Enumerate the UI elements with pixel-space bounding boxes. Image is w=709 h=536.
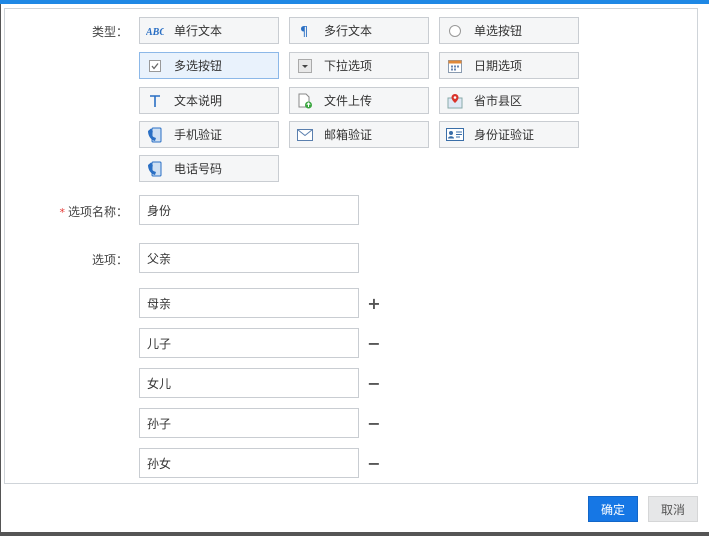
type-label-text: 文件上传 [324,94,373,108]
phone-icon [146,127,164,143]
option-name-input[interactable]: 身份 [139,195,359,225]
telephone-icon [146,161,164,177]
type-label-text: 省市县区 [474,94,523,108]
cancel-button[interactable]: 取消 [648,496,698,522]
remove-option-button[interactable]: − [367,334,381,353]
type-label-text: 多选按钮 [174,59,223,73]
checkbox-icon [146,58,164,74]
type-dropdown[interactable]: 下拉选项 [289,52,429,79]
required-mark: * [59,206,65,219]
radio-icon [446,23,464,39]
type-telephone-number[interactable]: 电话号码 [139,155,279,182]
option-input-5[interactable]: 孙子 [139,408,359,438]
type-label-text: 单选按钮 [474,24,523,38]
option-name-label: * 选项名称： [40,203,128,220]
remove-option-button[interactable]: − [367,454,381,473]
map-pin-icon [446,93,464,109]
svg-text:¶: ¶ [300,25,308,38]
type-label: 类型： [91,25,128,39]
file-upload-icon [296,93,314,109]
window-bottom-edge [0,532,709,536]
options-label: 选项： [91,253,128,267]
type-radio-button[interactable]: 单选按钮 [439,17,579,44]
mail-icon [296,127,314,143]
type-id-card-verify[interactable]: 身份证验证 [439,121,579,148]
type-date[interactable]: 日期选项 [439,52,579,79]
type-label-text: 电话号码 [174,162,223,176]
type-phone-verify[interactable]: 手机验证 [139,121,279,148]
confirm-button[interactable]: 确定 [588,496,638,522]
type-label-text: 日期选项 [474,59,523,73]
option-input-4[interactable]: 女儿 [139,368,359,398]
type-label-text: 文本说明 [174,94,223,108]
type-label-text: 单行文本 [174,24,223,38]
window-left-edge [0,4,1,532]
type-multi-line-text[interactable]: ¶ 多行文本 [289,17,429,44]
type-label-text: 身份证验证 [474,128,535,142]
id-card-icon [446,127,464,143]
remove-option-button[interactable]: − [367,414,381,433]
type-province-city[interactable]: 省市县区 [439,87,579,114]
type-single-line-text[interactable]: ABC 单行文本 [139,17,279,44]
text-t-icon [146,93,164,109]
type-label-text: 手机验证 [174,128,223,142]
dropdown-icon [296,58,314,74]
window-top-bar [0,0,709,4]
option-input-1[interactable]: 父亲 [139,243,359,273]
type-label-text: 下拉选项 [324,59,373,73]
type-email-verify[interactable]: 邮箱验证 [289,121,429,148]
svg-text:ABC: ABC [146,27,164,37]
abc-text-icon: ABC [146,23,164,39]
option-input-2[interactable]: 母亲 [139,288,359,318]
type-label-text: 多行文本 [324,24,373,38]
type-label-text: 邮箱验证 [324,128,373,142]
option-input-3[interactable]: 儿子 [139,328,359,358]
calendar-icon [446,58,464,74]
option-name-label-text: 选项名称： [67,205,128,219]
paragraph-icon: ¶ [296,23,314,39]
type-checkbox[interactable]: 多选按钮 [139,52,279,79]
type-file-upload[interactable]: 文件上传 [289,87,429,114]
add-option-button[interactable]: + [367,294,381,313]
option-input-6[interactable]: 孙女 [139,448,359,478]
remove-option-button[interactable]: − [367,374,381,393]
type-text-description[interactable]: 文本说明 [139,87,279,114]
